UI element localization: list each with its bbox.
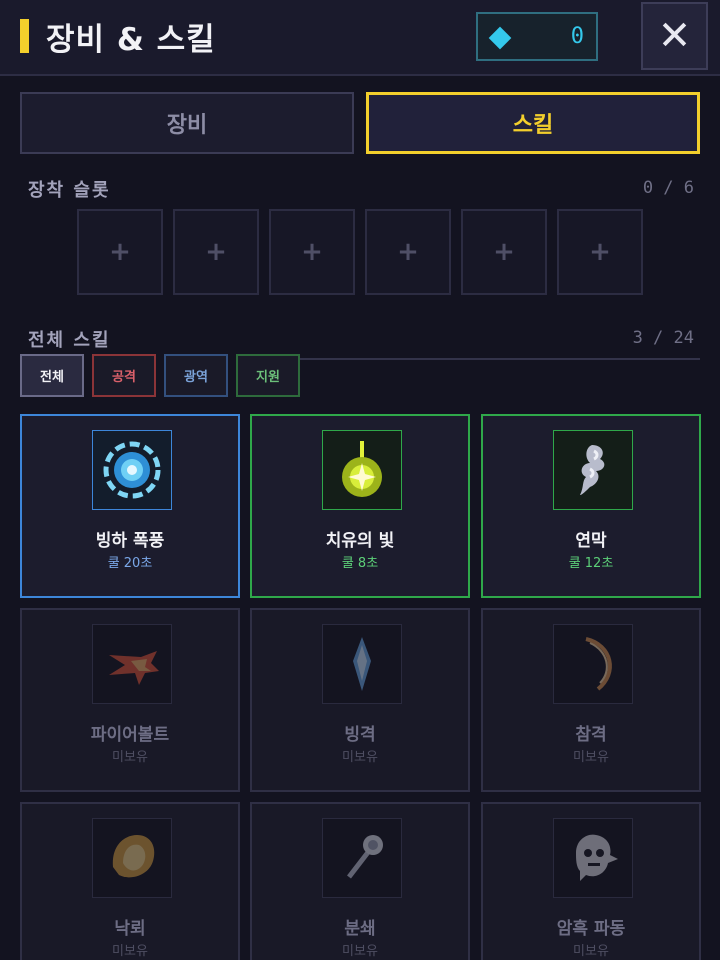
section-divider	[300, 358, 700, 360]
plus-icon: +	[589, 237, 611, 267]
dark-wave-icon	[553, 818, 633, 898]
header-bar: 장비 & 스킬 0 ✕	[0, 0, 720, 76]
skill-card-slash[interactable]: 참격 미보유	[481, 608, 701, 792]
fire-bolt-icon	[92, 624, 172, 704]
filter-aoe[interactable]: 광역	[164, 354, 228, 397]
plus-icon: +	[205, 237, 227, 267]
skill-cooldown: 쿨 20초	[107, 556, 153, 571]
skill-name: 낙뢰	[114, 919, 146, 939]
close-button[interactable]: ✕	[641, 2, 708, 70]
skill-name: 빙격	[344, 725, 376, 745]
filter-all[interactable]: 전체	[20, 354, 84, 397]
equip-slot-6[interactable]: +	[557, 209, 643, 295]
filter-support[interactable]: 지원	[236, 354, 300, 397]
page-title: 장비 & 스킬	[46, 22, 216, 58]
plus-icon: +	[109, 237, 131, 267]
equip-slot-3[interactable]: +	[269, 209, 355, 295]
plus-icon: +	[397, 237, 419, 267]
skill-status: 미보유	[342, 750, 378, 765]
gem-currency-display: 0	[476, 12, 598, 61]
skill-card-dark-wave[interactable]: 암흑 파동 미보유	[481, 802, 701, 960]
skill-card-ice-shard[interactable]: 빙격 미보유	[250, 608, 470, 792]
plus-icon: +	[493, 237, 515, 267]
skill-name: 암흑 파동	[556, 919, 626, 939]
skill-status: 미보유	[342, 944, 378, 959]
equipped-slots-count: 0 / 6	[642, 178, 694, 198]
lightning-strike-icon	[92, 818, 172, 898]
skill-cooldown: 쿨 8초	[341, 556, 379, 571]
healing-light-icon	[322, 430, 402, 510]
tab-skills[interactable]: 스킬	[366, 92, 700, 154]
ice-storm-icon	[92, 430, 172, 510]
skill-card-healing-light[interactable]: 치유의 빛 쿨 8초	[250, 414, 470, 598]
skill-cooldown: 쿨 12초	[568, 556, 614, 571]
crush-icon	[322, 818, 402, 898]
skill-status: 미보유	[112, 750, 148, 765]
title-accent-bar	[20, 19, 29, 53]
equip-slot-4[interactable]: +	[365, 209, 451, 295]
skill-card-crush[interactable]: 분쇄 미보유	[250, 802, 470, 960]
all-skills-count: 3 / 24	[632, 328, 694, 348]
skill-status: 미보유	[112, 944, 148, 959]
skill-name: 참격	[575, 725, 607, 745]
skill-card-ice-storm[interactable]: 빙하 폭풍 쿨 20초	[20, 414, 240, 598]
skill-name: 치유의 빛	[325, 531, 395, 551]
skill-card-smoke[interactable]: 연막 쿨 12초	[481, 414, 701, 598]
plus-icon: +	[301, 237, 323, 267]
skill-name: 연막	[575, 531, 607, 551]
smoke-icon	[553, 430, 633, 510]
equipped-slots-title: 장착 슬롯	[28, 180, 111, 201]
gem-icon	[488, 26, 512, 50]
skill-status: 미보유	[573, 750, 609, 765]
tab-equipment[interactable]: 장비	[20, 92, 354, 154]
slash-icon	[553, 624, 633, 704]
skill-card-lightning-strike[interactable]: 낙뢰 미보유	[20, 802, 240, 960]
skill-name: 분쇄	[344, 919, 376, 939]
equip-slot-1[interactable]: +	[77, 209, 163, 295]
skill-card-fire-bolt[interactable]: 파이어볼트 미보유	[20, 608, 240, 792]
skill-name: 파이어볼트	[90, 725, 170, 745]
filter-attack[interactable]: 공격	[92, 354, 156, 397]
ice-shard-icon	[322, 624, 402, 704]
skill-name: 빙하 폭풍	[95, 531, 165, 551]
gem-count: 0	[570, 24, 584, 49]
close-icon: ✕	[657, 13, 692, 59]
all-skills-title: 전체 스킬	[28, 330, 111, 351]
equip-slot-2[interactable]: +	[173, 209, 259, 295]
skill-status: 미보유	[573, 944, 609, 959]
equip-slot-5[interactable]: +	[461, 209, 547, 295]
